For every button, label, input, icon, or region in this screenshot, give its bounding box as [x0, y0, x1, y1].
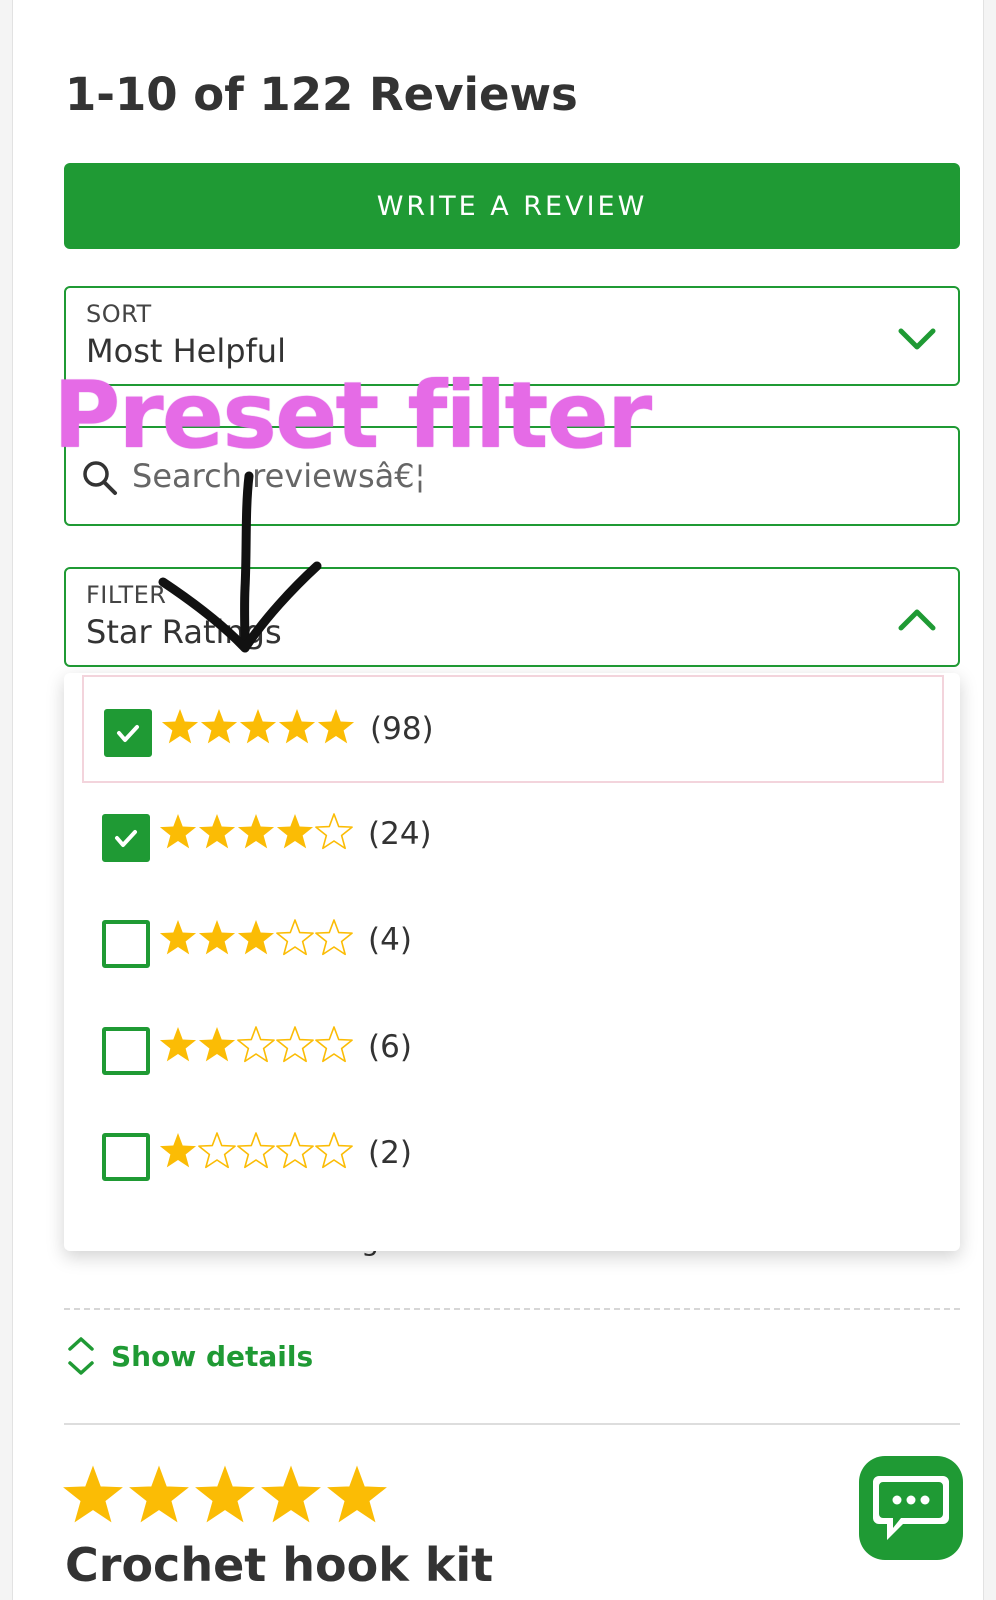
search-icon: [83, 461, 117, 495]
star-rating-icon: [159, 1132, 353, 1169]
show-details-button[interactable]: Show details: [65, 1332, 313, 1380]
filter-option-4-star[interactable]: (24): [82, 782, 944, 890]
star-rating-icon: [159, 919, 353, 956]
filter-checkbox[interactable]: [102, 920, 150, 968]
sort-select[interactable]: SORT Most Helpful: [64, 286, 960, 386]
sort-label: SORT: [86, 300, 152, 328]
filter-option-5-star[interactable]: (98): [82, 675, 944, 783]
star-filled-icon: [198, 813, 236, 848]
star-filled-icon: [159, 1026, 197, 1061]
star-filled-icon: [198, 1026, 236, 1061]
star-filled-icon: [278, 709, 316, 744]
star-filled-icon: [237, 920, 275, 955]
divider-dashed: [64, 1308, 960, 1310]
search-box: [64, 426, 960, 526]
checkmark-icon: [117, 725, 139, 742]
star-outline-icon: [198, 1132, 236, 1169]
reviews-page: 1-10 of 122 Reviews WRITE A REVIEW SORT …: [12, 0, 984, 1600]
star-filled-icon: [198, 920, 236, 955]
star-filled-icon: [261, 1465, 321, 1523]
star-filled-icon: [159, 1133, 197, 1168]
star-filled-icon: [129, 1465, 189, 1523]
sort-value: Most Helpful: [86, 332, 286, 370]
filter-checkbox[interactable]: [102, 813, 150, 862]
filter-option-1-star[interactable]: (2): [82, 1101, 944, 1209]
filter-option-count: (2): [368, 1135, 412, 1171]
star-filled-icon: [161, 709, 199, 744]
star-outline-icon: [276, 919, 314, 956]
star-filled-icon: [200, 709, 238, 744]
filter-checkbox[interactable]: [102, 1133, 150, 1181]
chevron-down-icon: [898, 328, 936, 350]
star-outline-icon: [315, 1132, 353, 1169]
filter-value: Star Ratings: [86, 613, 282, 651]
search-input[interactable]: [132, 448, 912, 504]
star-outline-icon: [276, 1025, 314, 1062]
chat-bubble-icon: [873, 1476, 949, 1540]
star-rating-filter-dropdown: (98) (24) (4) (6) (2): [64, 673, 960, 1251]
star-outline-icon: [237, 1025, 275, 1062]
star-outline-icon: [315, 1025, 353, 1062]
star-filled-icon: [239, 709, 277, 744]
star-rating-icon: [161, 709, 355, 744]
filter-select[interactable]: FILTER Star Ratings: [64, 567, 960, 667]
star-filled-icon: [237, 813, 275, 848]
star-rating-icon: [159, 1025, 353, 1062]
write-review-button[interactable]: WRITE A REVIEW: [64, 163, 960, 249]
reviews-count-heading: 1-10 of 122 Reviews: [65, 68, 578, 121]
star-filled-icon: [159, 813, 197, 848]
star-filled-icon: [63, 1465, 123, 1523]
star-rating-icon: [159, 812, 353, 849]
filter-option-2-star[interactable]: (6): [82, 995, 944, 1103]
filter-option-count: (98): [370, 711, 434, 747]
star-filled-icon: [159, 920, 197, 955]
star-filled-icon: [317, 709, 355, 744]
star-outline-icon: [237, 1132, 275, 1169]
star-outline-icon: [315, 812, 353, 849]
filter-checkbox[interactable]: [102, 1026, 150, 1075]
filter-option-count: (6): [368, 1028, 412, 1065]
checkmark-icon: [115, 829, 137, 847]
filter-option-count: (4): [368, 922, 412, 958]
star-filled-icon: [195, 1465, 255, 1523]
expand-collapse-icon: [68, 1337, 94, 1375]
filter-option-3-star[interactable]: (4): [82, 888, 944, 996]
chevron-up-icon: [898, 609, 936, 631]
review-divider: [64, 1423, 960, 1425]
star-filled-icon: [276, 813, 314, 848]
chat-button[interactable]: [859, 1456, 963, 1560]
filter-label: FILTER: [86, 581, 167, 609]
star-outline-icon: [315, 919, 353, 956]
filter-checkbox[interactable]: [104, 709, 152, 757]
review-title: Crochet hook kit: [65, 1538, 494, 1592]
show-details-label: Show details: [111, 1339, 314, 1373]
review-star-rating: [63, 1465, 387, 1523]
star-outline-icon: [276, 1132, 314, 1169]
star-filled-icon: [327, 1465, 387, 1523]
filter-option-count: (24): [368, 815, 432, 852]
